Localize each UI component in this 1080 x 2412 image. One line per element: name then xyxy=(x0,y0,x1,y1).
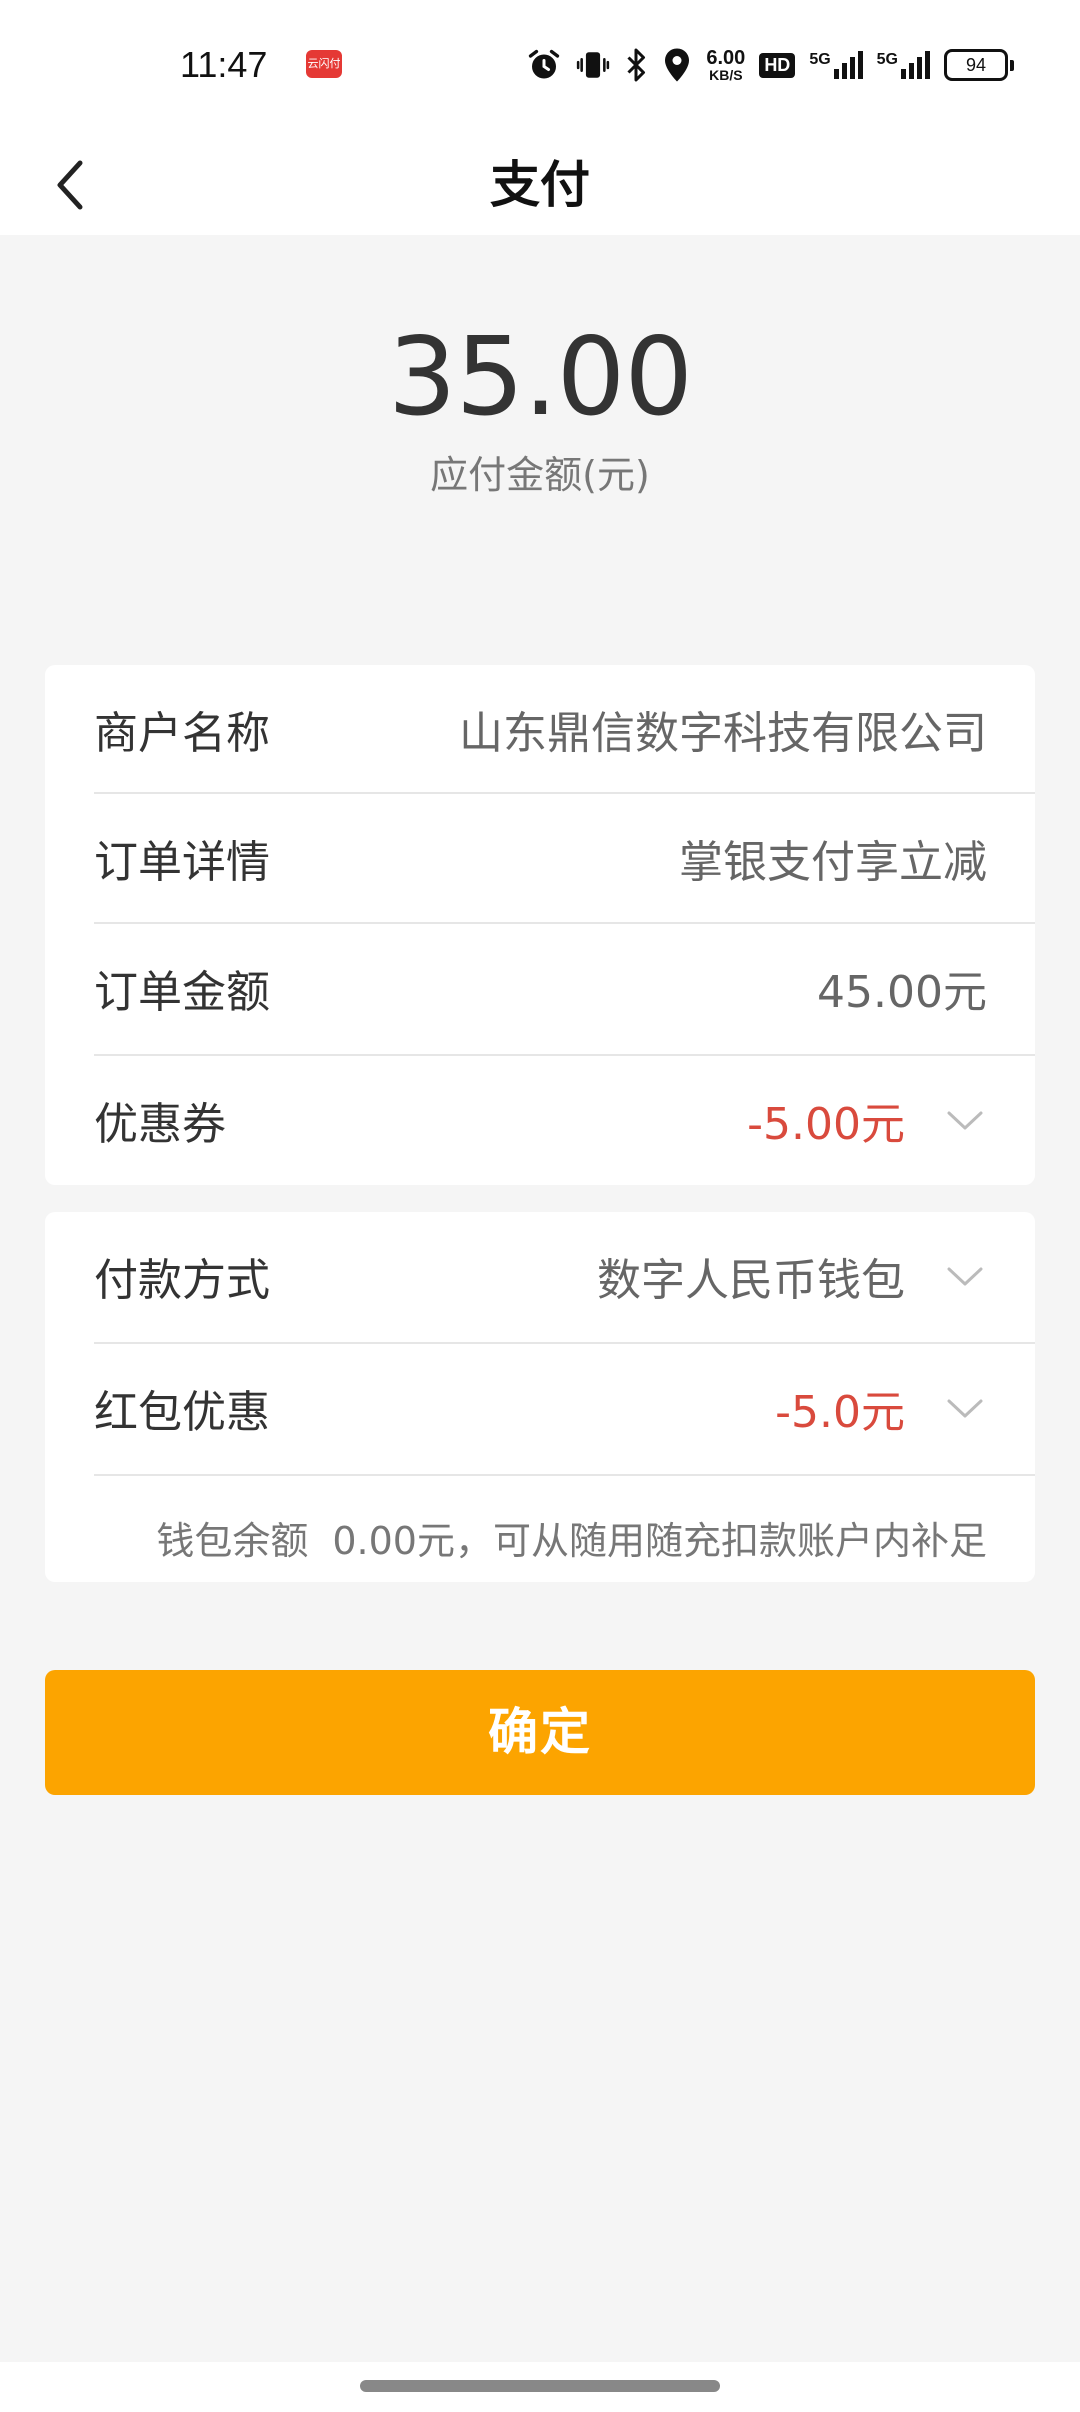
chevron-down-icon[interactable] xyxy=(945,1100,985,1140)
network-speed-unit: KB/S xyxy=(709,67,743,83)
divider xyxy=(94,1474,1035,1476)
hd-voice-badge: HD xyxy=(759,52,796,78)
location-icon xyxy=(662,47,692,83)
home-indicator[interactable] xyxy=(360,2380,720,2392)
order-amount-row: 订单金额 45.00元 xyxy=(45,924,1035,1052)
battery-indicator: 94 xyxy=(944,49,1014,81)
merchant-row: 商户名称 山东鼎信数字科技有限公司 xyxy=(45,665,1035,793)
signal-bars-icon xyxy=(833,51,863,79)
page-title: 支付 xyxy=(490,156,590,214)
payable-amount: 35.00 xyxy=(387,315,693,440)
payment-method-label: 付款方式 xyxy=(94,1255,270,1306)
payment-method-card: 付款方式 数字人民币钱包 红包优惠 -5.0元 钱包余额 0.00元，可从随用随… xyxy=(45,1212,1035,1582)
order-detail-row: 订单详情 掌银支付享立减 xyxy=(45,794,1035,922)
red-packet-label: 红包优惠 xyxy=(94,1387,270,1438)
payment-screen: 11:47 云闪付 6.00 KB/S HD 5G 5G 94 支付 35.00… xyxy=(0,0,1080,2412)
sim2-network-type: 5G xyxy=(876,51,898,68)
order-amount-value: 45.00元 xyxy=(817,967,987,1018)
order-detail-value: 掌银支付享立减 xyxy=(679,837,987,888)
sim2-signal: 5G xyxy=(877,51,930,79)
red-packet-row[interactable]: 红包优惠 -5.0元 xyxy=(45,1344,1035,1472)
bluetooth-icon xyxy=(624,47,648,83)
status-bar: 11:47 云闪付 6.00 KB/S HD 5G 5G 94 xyxy=(0,0,1080,135)
app-notification-icon: 云闪付 xyxy=(306,50,342,78)
chevron-down-icon[interactable] xyxy=(945,1256,985,1296)
vibrate-icon xyxy=(576,47,610,83)
payment-method-row[interactable]: 付款方式 数字人民币钱包 xyxy=(45,1212,1035,1340)
alarm-icon xyxy=(526,47,562,83)
sim1-signal: 5G xyxy=(809,51,863,79)
signal-bars-icon xyxy=(901,51,930,79)
coupon-value: -5.00元 xyxy=(747,1099,905,1150)
payable-amount-label: 应付金额(元) xyxy=(430,453,650,497)
confirm-button[interactable]: 确定 xyxy=(45,1670,1035,1795)
nav-header: 支付 xyxy=(0,135,1080,235)
coupon-row[interactable]: 优惠券 -5.00元 xyxy=(45,1056,1035,1184)
merchant-label: 商户名称 xyxy=(94,708,270,759)
network-speed-value: 6.00 xyxy=(706,47,746,69)
wallet-balance-text: 0.00元，可从随用随充扣款账户内补足 xyxy=(332,1518,987,1563)
gesture-bar xyxy=(0,2362,1080,2412)
wallet-balance-note: 钱包余额 0.00元，可从随用随充扣款账户内补足 xyxy=(156,1492,987,1582)
order-details-card: 商户名称 山东鼎信数字科技有限公司 订单详情 掌银支付享立减 订单金额 45.0… xyxy=(45,665,1035,1185)
coupon-label: 优惠券 xyxy=(94,1099,226,1150)
status-icons: 6.00 KB/S HD 5G 5G 94 xyxy=(526,44,1014,86)
order-amount-label: 订单金额 xyxy=(94,967,270,1018)
status-time: 11:47 xyxy=(180,44,268,85)
order-detail-label: 订单详情 xyxy=(94,837,270,888)
network-speed: 6.00 KB/S xyxy=(706,48,745,82)
red-packet-value: -5.0元 xyxy=(775,1387,905,1438)
merchant-value: 山东鼎信数字科技有限公司 xyxy=(459,708,987,759)
chevron-down-icon[interactable] xyxy=(945,1388,985,1428)
payment-method-value: 数字人民币钱包 xyxy=(597,1255,905,1306)
wallet-balance-label: 钱包余额 xyxy=(156,1518,309,1563)
sim1-network-type: 5G xyxy=(809,51,831,68)
